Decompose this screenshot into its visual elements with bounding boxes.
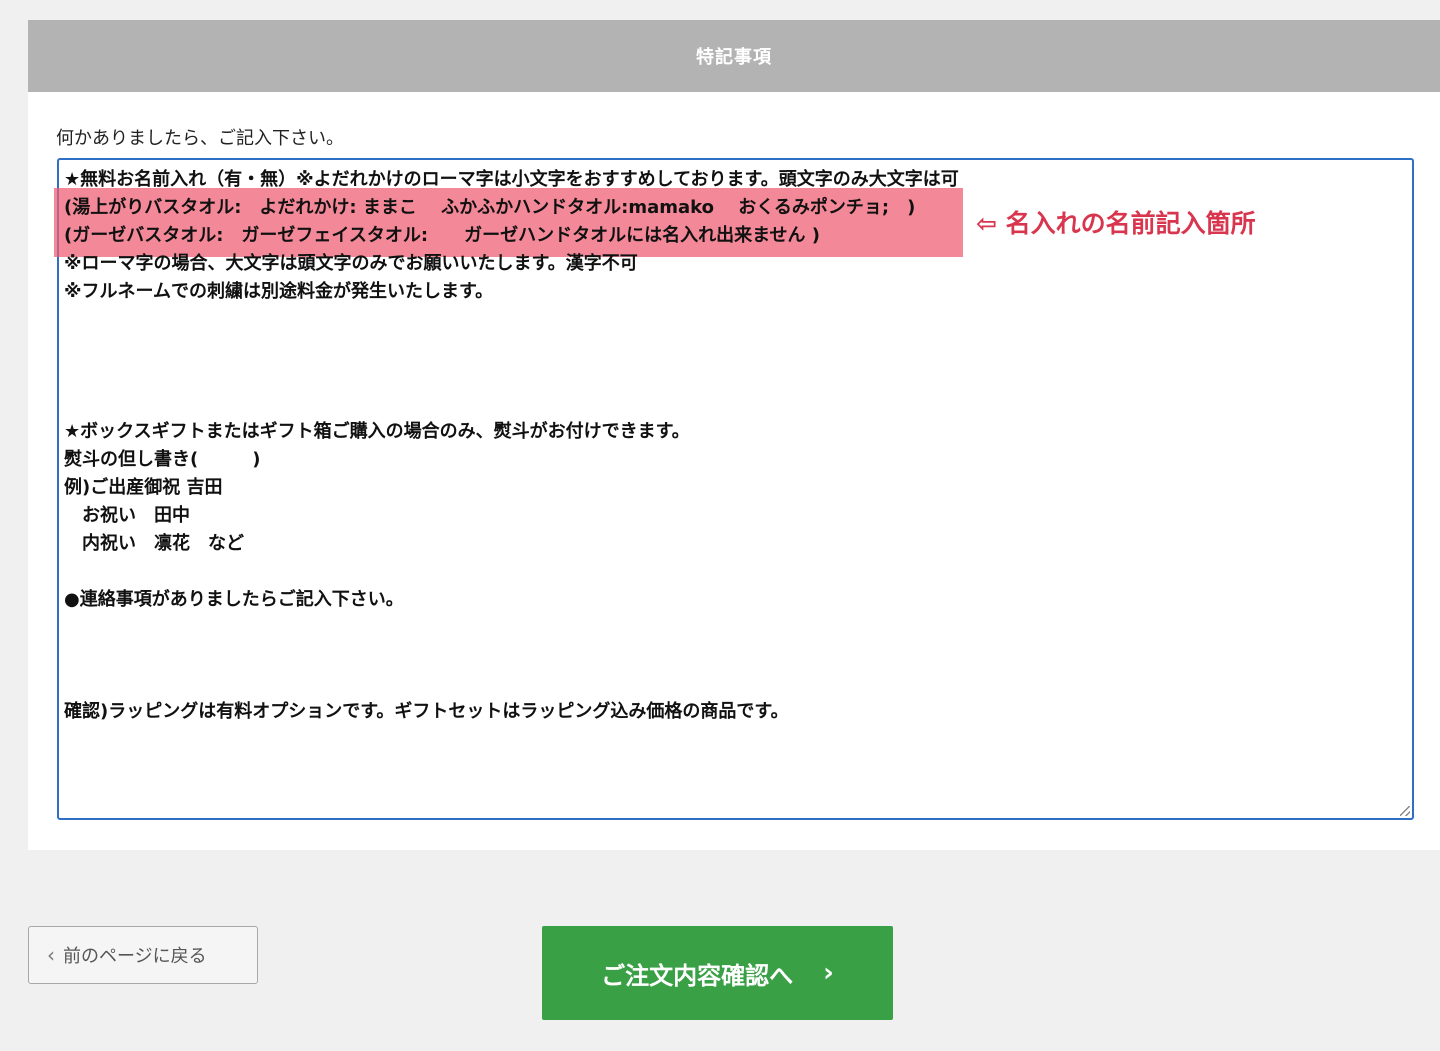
back-button[interactable]: ‹ 前のページに戻る: [28, 926, 258, 984]
special-notes-value[interactable]: ★無料お名前入れ（有・無）※よだれかけのローマ字は小文字をおすすめしております。…: [64, 166, 1404, 726]
special-notes-panel: 特記事項 何かありましたら、ご記入下さい。 ★無料お名前入れ（有・無）※よだれか…: [28, 20, 1440, 850]
confirm-button-label: ご注文内容確認へ: [601, 961, 794, 990]
resize-handle-icon[interactable]: [1400, 806, 1410, 816]
confirm-order-button[interactable]: ご注文内容確認へ ›: [542, 926, 893, 1020]
chevron-left-icon: ‹: [47, 943, 55, 967]
panel-title: 特記事項: [28, 20, 1440, 92]
instruction-text: 何かありましたら、ご記入下さい。: [56, 128, 344, 149]
name-entry-annotation: ⇦ 名入れの名前記入箇所: [976, 209, 1256, 238]
chevron-right-icon: ›: [823, 958, 834, 988]
back-button-label: 前のページに戻る: [63, 946, 207, 967]
